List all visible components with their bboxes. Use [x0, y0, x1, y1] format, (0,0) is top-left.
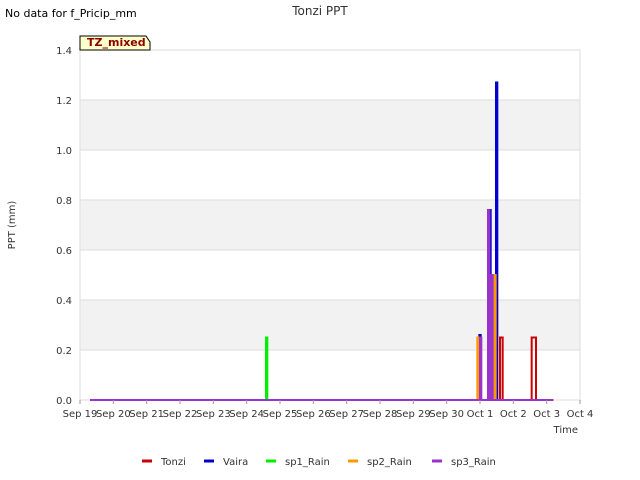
y-tick-label: 0.6 — [56, 246, 72, 257]
x-tick-label: Oct 1 — [467, 409, 494, 420]
x-tick-label: Sep 29 — [396, 409, 431, 420]
y-axis-ticks: 0.0 0.2 0.4 0.6 0.8 1.0 1.2 1.4 — [56, 46, 72, 407]
x-tick-label: Oct 2 — [500, 409, 527, 420]
x-tick-label: Sep 27 — [329, 409, 364, 420]
chart-title: Tonzi PPT — [291, 4, 348, 18]
x-axis-label: Time — [553, 425, 578, 436]
legend-label: sp2_Rain — [367, 457, 412, 468]
x-tick-label: Oct 4 — [567, 409, 594, 420]
y-tick-label: 0.2 — [56, 346, 72, 357]
y-tick-label: 1.0 — [56, 146, 72, 157]
legend: Tonzi Vaira sp1_Rain sp2_Rain sp3_Rain — [142, 457, 496, 468]
ppt-chart: Tonzi PPT 0.0 0.2 0.4 0.6 0.8 1.0 1.2 1.4 Sep 1… — [7, 4, 594, 468]
y-tick-label: 0.8 — [56, 196, 72, 207]
tz-badge: TZ_mixed — [79, 35, 151, 51]
x-tick-label: Sep 19 — [63, 409, 98, 420]
y-tick-label: 0.4 — [56, 296, 72, 307]
x-tick-label: Sep 23 — [196, 409, 231, 420]
grid-band — [80, 100, 580, 150]
x-tick-label: Sep 30 — [429, 409, 464, 420]
x-tick-label: Oct 3 — [533, 409, 560, 420]
legend-label: sp3_Rain — [451, 457, 496, 468]
x-tick-label: Sep 22 — [163, 409, 198, 420]
y-axis-label: PPT (mm) — [7, 201, 18, 250]
plot-bands — [80, 100, 580, 350]
legend-label: Vaira — [223, 457, 248, 468]
tz-label: TZ_mixed — [87, 36, 146, 49]
x-tick-label: Sep 21 — [129, 409, 164, 420]
x-tick-label: Sep 26 — [296, 409, 331, 420]
x-tick-label: Sep 28 — [363, 409, 398, 420]
grid-band — [80, 200, 580, 250]
y-tick-label: 1.2 — [56, 96, 72, 107]
y-tick-label: 1.4 — [56, 46, 72, 57]
legend-label: Tonzi — [160, 457, 186, 468]
x-tick-label: Sep 20 — [96, 409, 131, 420]
x-tick-label: Sep 25 — [263, 409, 298, 420]
y-tick-label: 0.0 — [56, 396, 72, 407]
x-axis-ticks: Sep 19Sep 20Sep 21Sep 22Sep 23Sep 24Sep … — [63, 400, 594, 420]
grid-band — [80, 300, 580, 350]
x-tick-label: Sep 24 — [229, 409, 264, 420]
legend-label: sp1_Rain — [285, 457, 330, 468]
